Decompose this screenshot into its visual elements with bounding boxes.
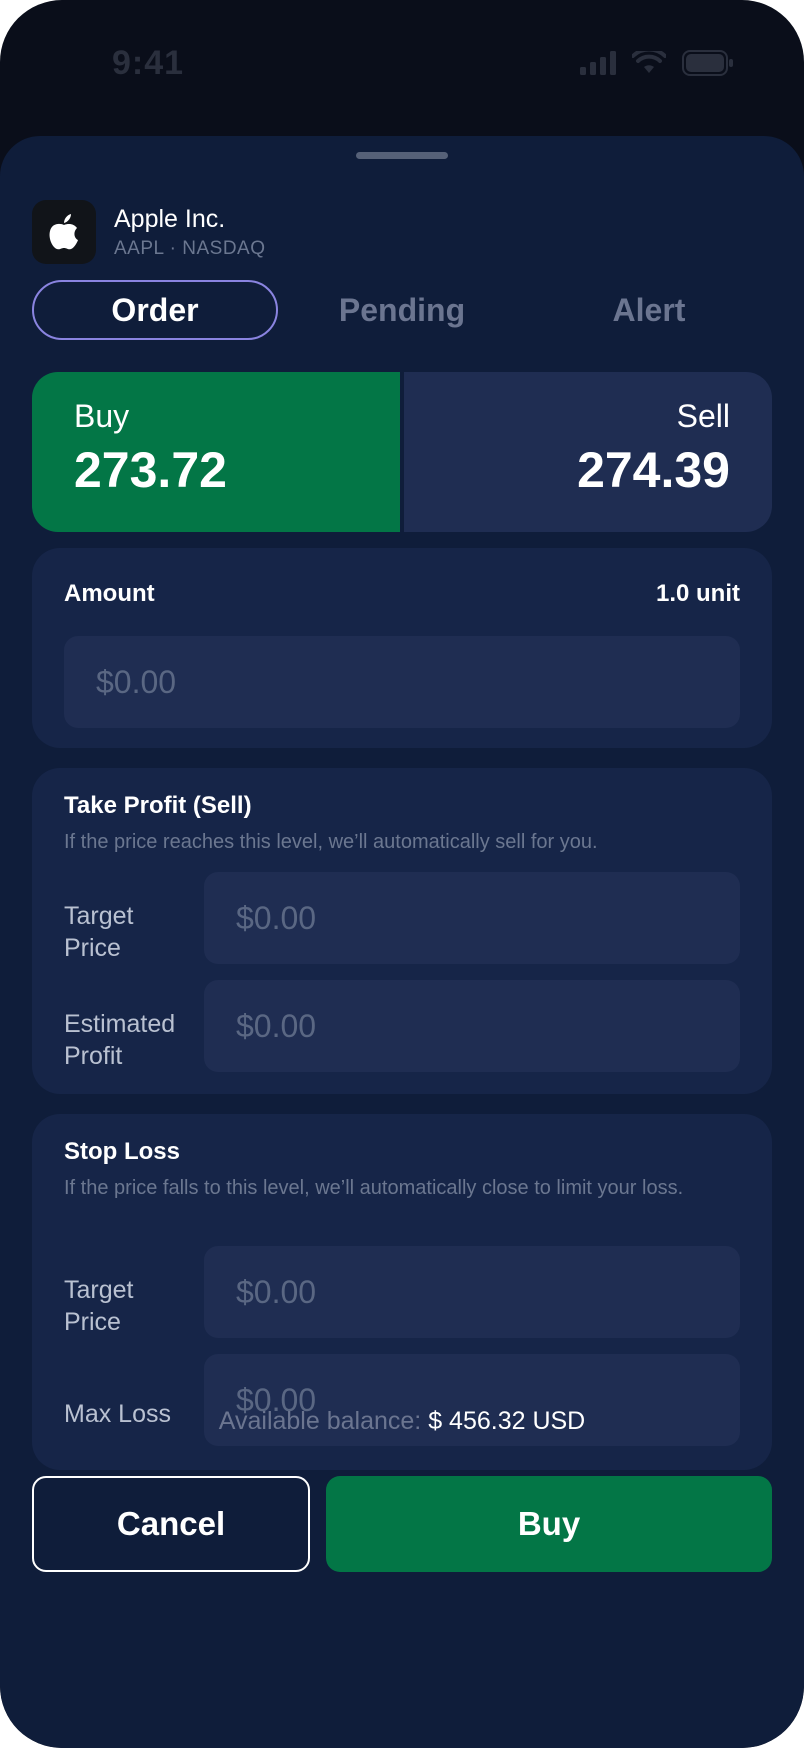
amount-input[interactable]: $0.00 <box>64 636 740 728</box>
buy-button[interactable]: Buy <box>326 1476 772 1572</box>
tab-order[interactable]: Order <box>32 280 278 340</box>
order-tabs: Order Pending Alert <box>32 280 772 340</box>
take-profit-title: Take Profit (Sell) <box>64 792 252 819</box>
sell-quote-price: 274.39 <box>577 442 730 498</box>
status-time: 9:41 <box>112 44 185 82</box>
sell-quote-option[interactable]: Sell 274.39 <box>404 372 772 532</box>
stop-loss-description: If the price falls to this level, we’ll … <box>64 1177 684 1199</box>
apple-logo-icon <box>32 200 96 264</box>
quote-toggle: Buy 273.72 Sell 274.39 <box>32 372 772 532</box>
instrument-header: Apple Inc. AAPL · NASDAQ <box>32 200 266 264</box>
buy-quote-label: Buy <box>74 398 130 434</box>
balance-value: $ 456.32 USD <box>428 1407 586 1435</box>
phone-screen: 9:41 Apple Inc. AAPL · NASDAQ Order Pend… <box>0 0 804 1748</box>
wifi-icon <box>632 51 666 73</box>
status-bar: 9:41 <box>0 0 804 130</box>
estimated-profit-label: Estimated Profit <box>64 1010 176 1070</box>
status-icons <box>580 50 734 76</box>
tab-alert[interactable]: Alert <box>526 280 772 340</box>
stop-loss-target-label: Target Price <box>64 1276 134 1336</box>
buy-quote-price: 273.72 <box>74 442 227 498</box>
instrument-ticker: AAPL · NASDAQ <box>114 237 266 259</box>
take-profit-card: Take Profit (Sell) If the price reaches … <box>32 768 772 1094</box>
amount-units: 1.0 unit <box>655 580 740 607</box>
stop-loss-title: Stop Loss <box>64 1138 181 1165</box>
sell-quote-label: Sell <box>676 398 730 434</box>
stop-loss-target-input[interactable]: $0.00 <box>204 1246 740 1338</box>
amount-title: Amount <box>64 580 155 607</box>
battery-icon <box>682 50 733 76</box>
sheet-grabber[interactable] <box>356 152 448 159</box>
available-balance: Available balance: $ 456.32 USD <box>0 1407 804 1436</box>
balance-label: Available balance: <box>218 1407 422 1435</box>
buy-quote-option[interactable]: Buy 273.72 <box>32 372 400 532</box>
instrument-name: Apple Inc. <box>114 204 226 233</box>
take-profit-target-input[interactable]: $0.00 <box>204 872 740 964</box>
amount-card: Amount 1.0 unit $0.00 <box>32 548 772 748</box>
take-profit-description: If the price reaches this level, we’ll a… <box>64 831 598 853</box>
cancel-button[interactable]: Cancel <box>32 1476 310 1572</box>
tab-pending[interactable]: Pending <box>279 280 525 340</box>
cellular-signal-icon <box>580 51 616 75</box>
estimated-profit-input[interactable]: $0.00 <box>204 980 740 1072</box>
take-profit-target-label: Target Price <box>64 902 134 962</box>
